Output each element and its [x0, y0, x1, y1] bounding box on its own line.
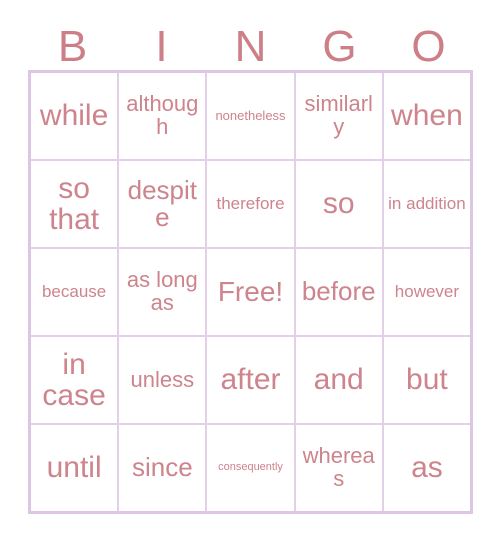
bingo-cell[interactable]: and	[296, 337, 384, 423]
bingo-row: in case unless after and but	[31, 337, 470, 425]
bingo-cell[interactable]: however	[384, 249, 470, 335]
bingo-cell[interactable]: as	[384, 425, 470, 511]
bingo-cell[interactable]: because	[31, 249, 120, 335]
bingo-cell[interactable]: when	[384, 73, 470, 159]
bingo-header-letter-g: G	[322, 22, 357, 71]
bingo-cell[interactable]: whereas	[296, 425, 384, 511]
bingo-header-letter-i: I	[155, 22, 168, 71]
bingo-cell[interactable]: nonetheless	[207, 73, 296, 159]
bingo-cell[interactable]: so	[296, 161, 384, 247]
bingo-row: so that despite therefore so in addition	[31, 161, 470, 249]
bingo-row: because as long as Free! before however	[31, 249, 470, 337]
bingo-cell[interactable]: consequently	[207, 425, 296, 511]
bingo-grid: while although nonetheless similarly whe…	[28, 70, 473, 514]
bingo-cell[interactable]: as long as	[119, 249, 208, 335]
bingo-header-letter-b: B	[57, 22, 88, 71]
bingo-cell[interactable]: therefore	[207, 161, 296, 247]
bingo-row: while although nonetheless similarly whe…	[31, 73, 470, 161]
bingo-header-letter-n: N	[234, 22, 267, 71]
bingo-header-letter-o: O	[411, 22, 446, 71]
bingo-cell[interactable]: while	[31, 73, 120, 159]
bingo-cell[interactable]: before	[296, 249, 384, 335]
bingo-cell[interactable]: despite	[119, 161, 208, 247]
bingo-cell[interactable]: similarly	[296, 73, 384, 159]
bingo-card: B I N G O while although nonetheless sim…	[0, 0, 501, 544]
bingo-cell[interactable]: unless	[119, 337, 208, 423]
bingo-cell[interactable]: so that	[31, 161, 120, 247]
bingo-header-row: B I N G O	[28, 14, 473, 71]
bingo-cell[interactable]: in addition	[384, 161, 470, 247]
bingo-cell[interactable]: but	[384, 337, 470, 423]
bingo-cell[interactable]: until	[31, 425, 120, 511]
bingo-cell[interactable]: in case	[31, 337, 120, 423]
bingo-free-cell[interactable]: Free!	[207, 249, 296, 335]
bingo-cell[interactable]: after	[207, 337, 296, 423]
bingo-cell[interactable]: since	[119, 425, 208, 511]
bingo-cell[interactable]: although	[119, 73, 208, 159]
bingo-row: until since consequently whereas as	[31, 425, 470, 511]
